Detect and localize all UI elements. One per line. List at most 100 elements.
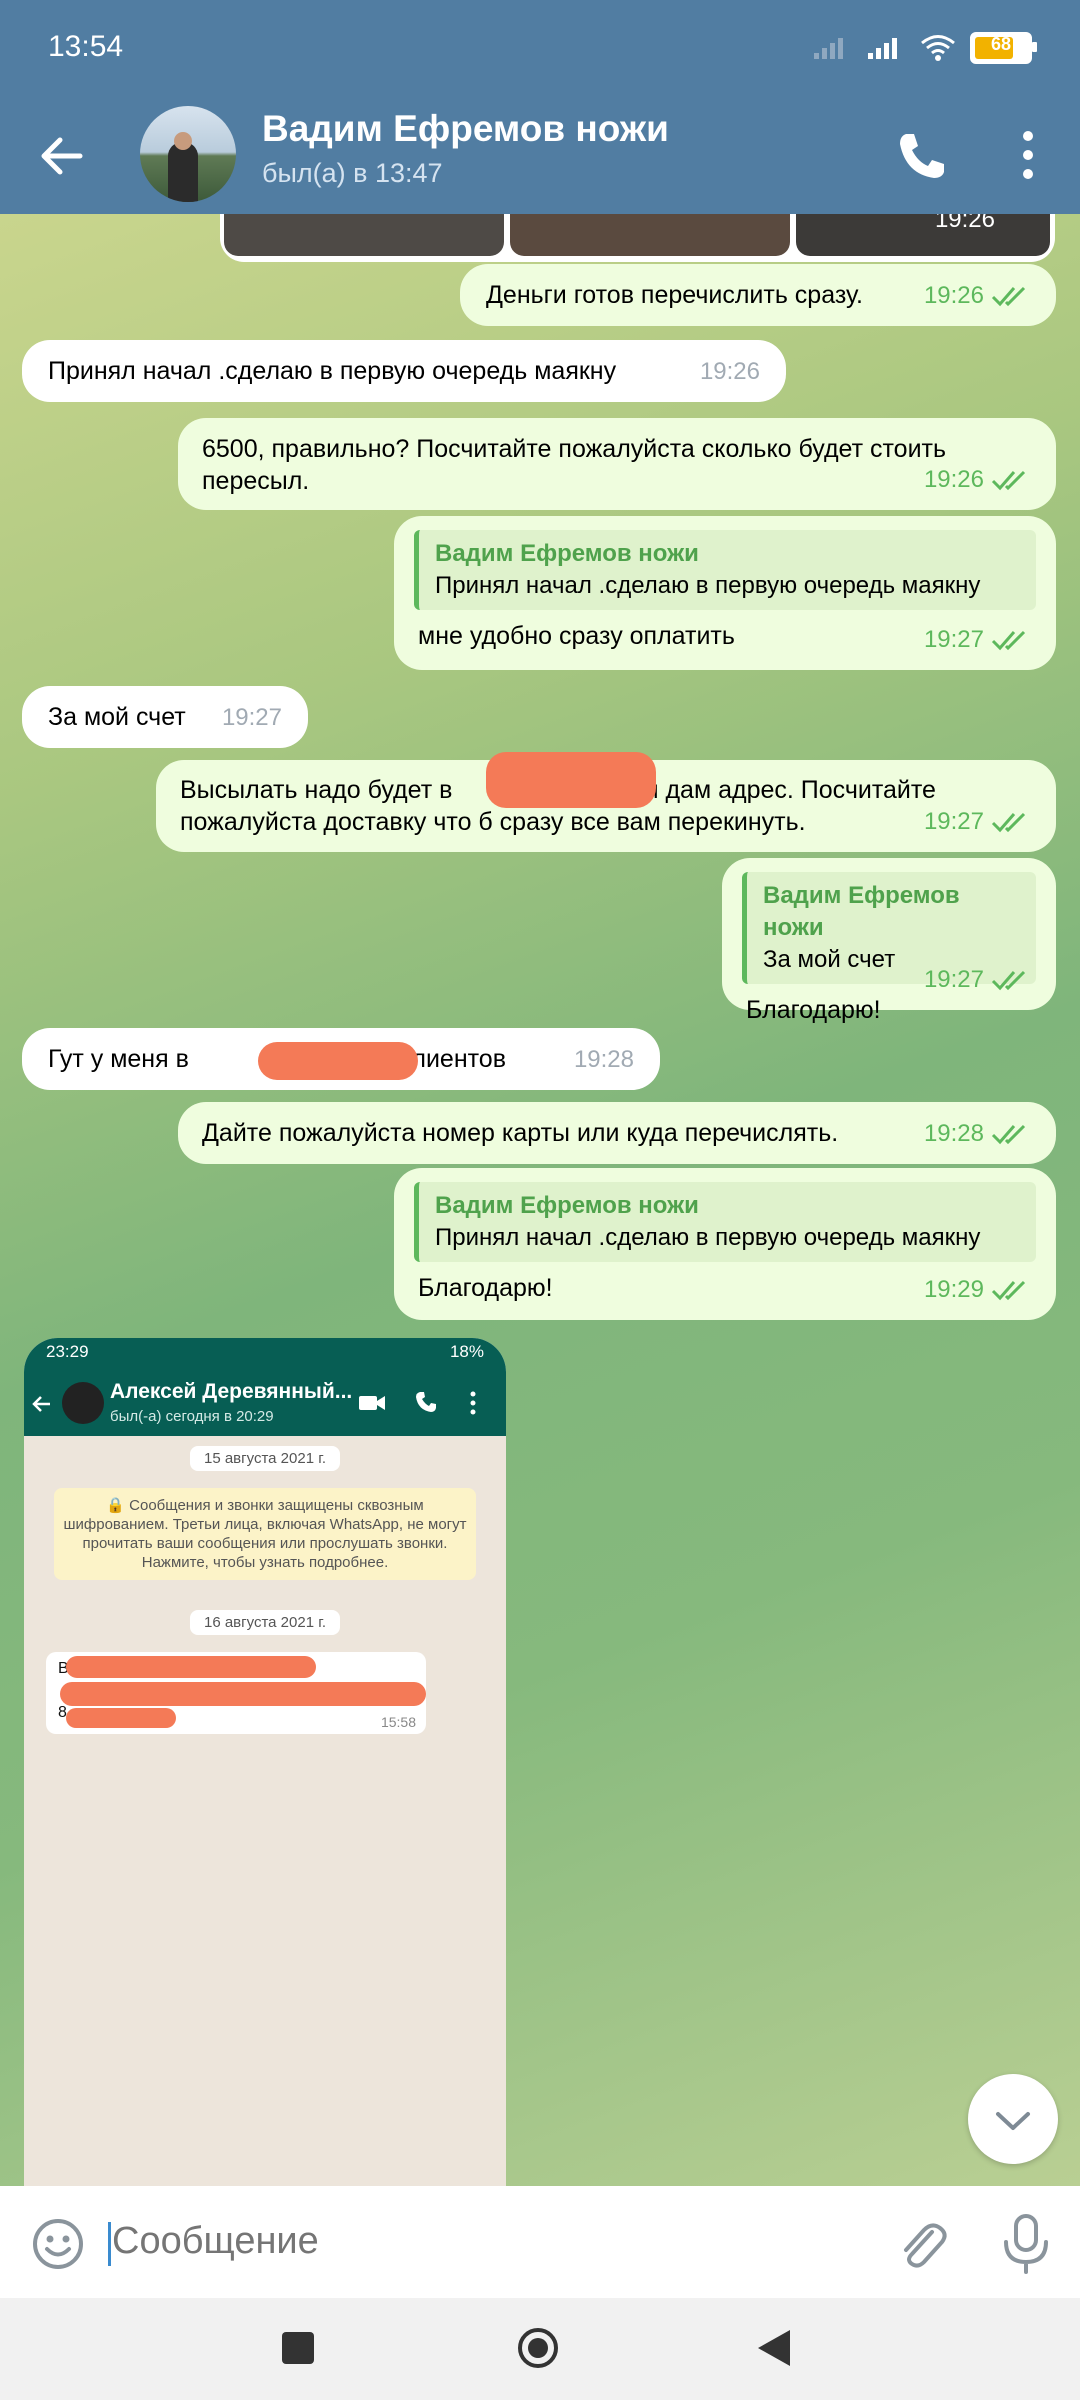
scroll-down-button[interactable] bbox=[968, 2074, 1058, 2164]
status-bar: 13:54 68 bbox=[0, 0, 1080, 100]
photo-thumb[interactable] bbox=[796, 214, 1050, 256]
double-check-icon bbox=[991, 286, 1026, 307]
message-input[interactable] bbox=[112, 2220, 852, 2263]
back-arrow-icon[interactable] bbox=[34, 128, 90, 184]
message-input-bar bbox=[0, 2186, 1080, 2298]
outgoing-message[interactable]: 6500, правильно? Посчитайте пожалуйста с… bbox=[178, 418, 1056, 510]
microphone-icon[interactable] bbox=[996, 2212, 1056, 2276]
screenshot-header: Алексей Деревянный... был(-а) сегодня в … bbox=[24, 1372, 506, 1436]
outgoing-message[interactable]: Дайте пожалуйста номер карты или куда пе… bbox=[178, 1102, 1056, 1164]
reply-quote[interactable]: Вадим Ефремов ножи Принял начал .сделаю … bbox=[414, 530, 1036, 610]
paperclip-icon[interactable] bbox=[892, 2214, 952, 2274]
message-time: 19:27 bbox=[923, 808, 984, 835]
more-vert-icon bbox=[470, 1391, 476, 1415]
message-text: Дайте пожалуйста номер карты или куда пе… bbox=[202, 1119, 839, 1147]
redaction-mark bbox=[486, 752, 656, 808]
screenshot-date: 16 августа 2021 г. bbox=[189, 1610, 341, 1635]
double-check-icon bbox=[991, 1280, 1026, 1301]
message-time: 19:26 bbox=[699, 358, 760, 385]
incoming-message[interactable]: Принял начал .сделаю в первую очередь ма… bbox=[22, 340, 786, 402]
message-time: 19:26 bbox=[923, 466, 984, 493]
message-time: 19:27 bbox=[923, 966, 984, 993]
message-text: 6500, правильно? Посчитайте пожалуйста с… bbox=[202, 435, 947, 495]
reply-text: Принял начал .сделаю в первую очередь ма… bbox=[435, 572, 981, 599]
redaction-mark bbox=[258, 1042, 418, 1080]
message-time: 19:26 bbox=[934, 214, 995, 233]
outgoing-message[interactable]: Вадим Ефремов ножи За мой счет Благодарю… bbox=[722, 858, 1056, 1024]
double-check-icon bbox=[991, 812, 1026, 833]
last-seen: был(а) в 13:47 bbox=[262, 158, 443, 188]
screenshot-encryption-notice: 🔒 Сообщения и звонки защищены сквозным ш… bbox=[54, 1488, 476, 1580]
recents-button[interactable] bbox=[282, 2332, 314, 2364]
redaction-mark bbox=[60, 1682, 426, 1706]
phone-icon bbox=[416, 1392, 436, 1412]
reply-author: Вадим Ефремов ножи bbox=[435, 1192, 699, 1219]
redaction-mark bbox=[66, 1708, 176, 1728]
phone-icon[interactable] bbox=[888, 122, 954, 188]
back-arrow-icon bbox=[32, 1396, 50, 1412]
status-time: 13:54 bbox=[48, 30, 124, 63]
screenshot-date: 15 августа 2021 г. bbox=[189, 1446, 341, 1471]
message-text: Благодарю! bbox=[746, 996, 881, 1024]
message-text: Деньги готов перечислить сразу. bbox=[486, 281, 863, 309]
message-text: За мой счет bbox=[48, 703, 186, 731]
reply-text: Принял начал .сделаю в первую очередь ма… bbox=[435, 1224, 981, 1251]
avatar[interactable] bbox=[140, 106, 236, 202]
emoji-icon[interactable] bbox=[30, 2216, 86, 2272]
photo-thumb[interactable] bbox=[224, 214, 504, 256]
incoming-message[interactable]: Гут у меня в много клиентов 19:28 bbox=[22, 1028, 660, 1090]
screenshot-status-time: 23:29 bbox=[46, 1342, 89, 1361]
screenshot-status-bar: 23:29 18% bbox=[24, 1338, 506, 1372]
reply-quote[interactable]: Вадим Ефремов ножи Принял начал .сделаю … bbox=[414, 1182, 1036, 1262]
message-time: 19:28 bbox=[573, 1046, 634, 1073]
screenshot-message: В 8 15:58 bbox=[46, 1652, 426, 1734]
outgoing-message[interactable]: Деньги готов перечислить сразу. 19:26 bbox=[460, 264, 1056, 326]
battery-icon: 68 bbox=[970, 32, 1037, 64]
message-text: Принял начал .сделаю в первую очередь ма… bbox=[48, 357, 617, 385]
screenshot-battery: 18% bbox=[449, 1342, 484, 1361]
status-icons: 68 bbox=[812, 32, 1037, 64]
chat-title[interactable]: Вадим Ефремов ножи bbox=[262, 108, 669, 150]
message-text: Благодарю! bbox=[418, 1274, 553, 1302]
message-time: 19:27 bbox=[923, 626, 984, 653]
message-text-part: Гут у меня в bbox=[48, 1045, 196, 1073]
redaction-mark bbox=[66, 1656, 316, 1678]
message-time: 19:26 bbox=[923, 282, 984, 309]
chat-area[interactable]: 19:26 Деньги готов перечислить сразу. 19… bbox=[0, 214, 1080, 2186]
screenshot-image[interactable]: 23:29 18% Алексей Деревянный... был(-а) … bbox=[24, 1338, 506, 2186]
photo-thumb[interactable] bbox=[510, 214, 790, 256]
reply-author: Вадим Ефремов ножи bbox=[763, 882, 960, 941]
wifi-icon bbox=[921, 35, 955, 61]
reply-author: Вадим Ефремов ножи bbox=[435, 540, 699, 567]
text-caret bbox=[108, 2222, 111, 2266]
incoming-message[interactable]: За мой счет 19:27 bbox=[22, 686, 308, 748]
screenshot-message-time: 15:58 bbox=[380, 1714, 416, 1730]
photo-album[interactable]: 19:26 bbox=[220, 214, 1055, 262]
more-vert-icon[interactable] bbox=[1000, 122, 1056, 188]
message-text-part: Высылать надо будет в bbox=[180, 776, 460, 804]
double-check-icon bbox=[991, 470, 1026, 491]
back-triangle-icon[interactable] bbox=[756, 2328, 792, 2368]
home-button[interactable] bbox=[516, 2326, 560, 2370]
screenshot-chat-body: 15 августа 2021 г. 🔒 Сообщения и звонки … bbox=[24, 1436, 506, 2186]
double-check-icon bbox=[991, 1124, 1026, 1145]
message-time: 19:29 bbox=[923, 1276, 984, 1303]
chat-header: Вадим Ефремов ножи был(а) в 13:47 bbox=[0, 100, 1080, 214]
screenshot-last-seen: был(-а) сегодня в 20:29 bbox=[110, 1408, 274, 1425]
message-time: 19:27 bbox=[221, 704, 282, 731]
battery-level: 68 bbox=[990, 34, 1012, 54]
screenshot-contact-name: Алексей Деревянный... bbox=[110, 1380, 353, 1403]
system-nav-bar bbox=[0, 2298, 1080, 2400]
outgoing-message[interactable]: Вадим Ефремов ножи Принял начал .сделаю … bbox=[394, 1168, 1056, 1320]
chevron-down-icon bbox=[996, 2112, 1030, 2130]
outgoing-message[interactable]: Высылать надо будет в потом дам адрес. П… bbox=[156, 752, 1056, 852]
signal-icon bbox=[868, 38, 897, 59]
signal-off-icon bbox=[814, 38, 843, 59]
message-time: 19:28 bbox=[923, 1120, 984, 1147]
double-check-icon bbox=[991, 630, 1026, 651]
message-text-part: пожалуйста доставку что б сразу все вам … bbox=[180, 808, 806, 836]
message-text: мне удобно сразу оплатить bbox=[418, 622, 735, 650]
double-check-icon bbox=[991, 970, 1026, 991]
avatar bbox=[62, 1382, 104, 1424]
outgoing-message[interactable]: Вадим Ефремов ножи Принял начал .сделаю … bbox=[394, 516, 1056, 670]
